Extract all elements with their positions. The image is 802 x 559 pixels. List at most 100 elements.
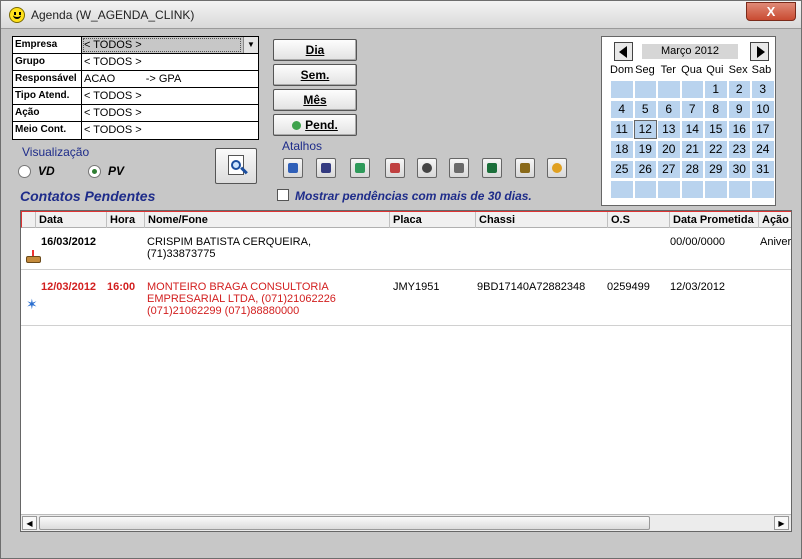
calendar-day[interactable]: 4 [611, 101, 633, 118]
calendar-day[interactable]: 16 [728, 121, 750, 138]
cell-hora: 16:00 [107, 281, 136, 293]
calendar-day[interactable]: 19 [634, 141, 656, 158]
col-placa[interactable]: Placa [390, 212, 476, 228]
calendar-day[interactable]: 10 [752, 101, 774, 118]
grupo-field[interactable]: < TODOS > [82, 54, 258, 70]
calendar-day[interactable]: 12 [633, 120, 657, 139]
calendar-day[interactable]: 13 [658, 121, 680, 138]
radio-pv[interactable] [88, 165, 101, 178]
calendar-day[interactable]: 27 [658, 161, 680, 178]
cell-acao: Aniver [760, 236, 792, 248]
scrollbar-thumb[interactable] [39, 516, 650, 530]
calendar-day[interactable]: 8 [705, 101, 727, 118]
dia-label: Dia [305, 43, 325, 57]
calendar-day[interactable]: 21 [681, 141, 703, 158]
wheel-glyph [422, 163, 432, 173]
horizontal-scrollbar[interactable]: ◀ ▶ [21, 514, 791, 531]
coins-glyph [552, 163, 562, 173]
mes-button[interactable]: Mês [273, 89, 357, 111]
cell-nome-line: EMPRESARIAL LTDA, (071)21062226 [147, 293, 336, 305]
calendar-empty-cell [728, 181, 750, 198]
calendar-day[interactable]: 31 [752, 161, 774, 178]
calendar-day[interactable]: 29 [705, 161, 727, 178]
responsavel-field[interactable]: ACAO -> GPA [82, 71, 258, 87]
calendar-day[interactable]: 18 [611, 141, 633, 158]
col-hora[interactable]: Hora [107, 212, 145, 228]
calendar-day[interactable]: 22 [705, 141, 727, 158]
spreadsheet-glyph [487, 163, 497, 173]
calendar-empty-cell [681, 181, 703, 198]
pendencias-checkbox[interactable] [277, 189, 289, 201]
checklist-icon[interactable] [449, 158, 469, 178]
tipo-atend-field[interactable]: < TODOS > [82, 88, 258, 104]
cell-os: 0259499 [607, 281, 650, 293]
wheel-icon[interactable] [417, 158, 437, 178]
close-button[interactable]: X [746, 2, 796, 21]
pendentes-button[interactable]: Pend. [273, 114, 357, 136]
calendar-day[interactable]: 15 [705, 121, 727, 138]
calendar-day[interactable]: 20 [658, 141, 680, 158]
runner-icon[interactable] [316, 158, 336, 178]
filter-label: Ação [13, 105, 82, 121]
calendar-day[interactable]: 28 [681, 161, 703, 178]
col-acao[interactable]: Ação C [759, 212, 791, 228]
table-row[interactable]: 12/03/2012 16:00 MONTEIRO BRAGA CONSULTO… [21, 271, 791, 326]
calendar-day[interactable]: 9 [728, 101, 750, 118]
calendar-day[interactable]: 2 [728, 81, 750, 98]
search-button[interactable] [215, 148, 257, 184]
calendar-day[interactable]: 14 [681, 121, 703, 138]
calendar-day[interactable]: 30 [728, 161, 750, 178]
mes-label: Mês [303, 93, 327, 107]
filter-row-responsavel: Responsável ACAO -> GPA [13, 71, 258, 88]
scroll-right-icon[interactable]: ▶ [774, 516, 789, 530]
spreadsheet-icon[interactable] [482, 158, 502, 178]
next-month-button[interactable] [750, 42, 769, 61]
calendar-empty-cell [634, 181, 656, 198]
acao-field[interactable]: < TODOS > [82, 105, 258, 121]
calendar-day[interactable]: 23 [728, 141, 750, 158]
calendar-day[interactable]: 17 [752, 121, 774, 138]
sem-label: Sem. [300, 68, 330, 82]
card-icon[interactable] [385, 158, 405, 178]
table-row[interactable]: 16/03/2012 CRISPIM BATISTA CERQUEIRA, (7… [21, 228, 792, 270]
calendar-day[interactable]: 5 [634, 101, 656, 118]
car-icon[interactable] [283, 158, 303, 178]
col-os[interactable]: O.S [608, 212, 670, 228]
calendar-day[interactable]: 24 [752, 141, 774, 158]
prev-month-button[interactable] [614, 42, 633, 61]
scroll-left-icon[interactable]: ◀ [22, 516, 37, 530]
calendar-day[interactable]: 26 [634, 161, 656, 178]
dia-button[interactable]: Dia [273, 39, 357, 61]
calendar-grid: 1 2 3 4 5 6 7 8 9 10 11 12 13 14 15 16 17 18 19 20 21 22 23 24 2… [611, 81, 774, 198]
globe-icon[interactable] [350, 158, 370, 178]
calendar-day[interactable]: 6 [658, 101, 680, 118]
chip-icon[interactable] [515, 158, 535, 178]
meio-cont-field[interactable]: < TODOS > [82, 122, 258, 139]
coins-icon[interactable] [547, 158, 567, 178]
chevron-down-icon[interactable]: ▼ [243, 37, 258, 53]
col-data-prometida[interactable]: Data Prometida [670, 212, 759, 228]
calendar-day[interactable]: 11 [611, 121, 633, 138]
empresa-dropdown[interactable]: < TODOS > ▼ [82, 37, 258, 53]
filter-label: Empresa [13, 37, 82, 53]
filter-label: Grupo [13, 54, 82, 70]
chip-glyph [520, 163, 530, 173]
calendar-day[interactable]: 25 [611, 161, 633, 178]
calendar-day[interactable]: 1 [705, 81, 727, 98]
radio-vd[interactable] [18, 165, 31, 178]
col-data[interactable]: Data [36, 212, 107, 228]
semana-button[interactable]: Sem. [273, 64, 357, 86]
col-nome-fone[interactable]: Nome/Fone [145, 212, 390, 228]
cell-nome-line: (71)33873775 [147, 248, 216, 260]
runner-glyph [321, 163, 331, 173]
weekday-label: Ter [660, 64, 676, 76]
window-title: Agenda (W_AGENDA_CLINK) [31, 8, 195, 22]
filter-row-grupo: Grupo < TODOS > [13, 54, 258, 71]
weekday-label: Seg [635, 64, 655, 76]
car-glyph [288, 163, 298, 173]
calendar-day[interactable]: 7 [681, 101, 703, 118]
cell-data-prometida: 00/00/0000 [670, 236, 726, 248]
title-bar[interactable]: Agenda (W_AGENDA_CLINK) X [1, 1, 801, 29]
col-chassi[interactable]: Chassi [476, 212, 608, 228]
calendar-day[interactable]: 3 [752, 81, 774, 98]
